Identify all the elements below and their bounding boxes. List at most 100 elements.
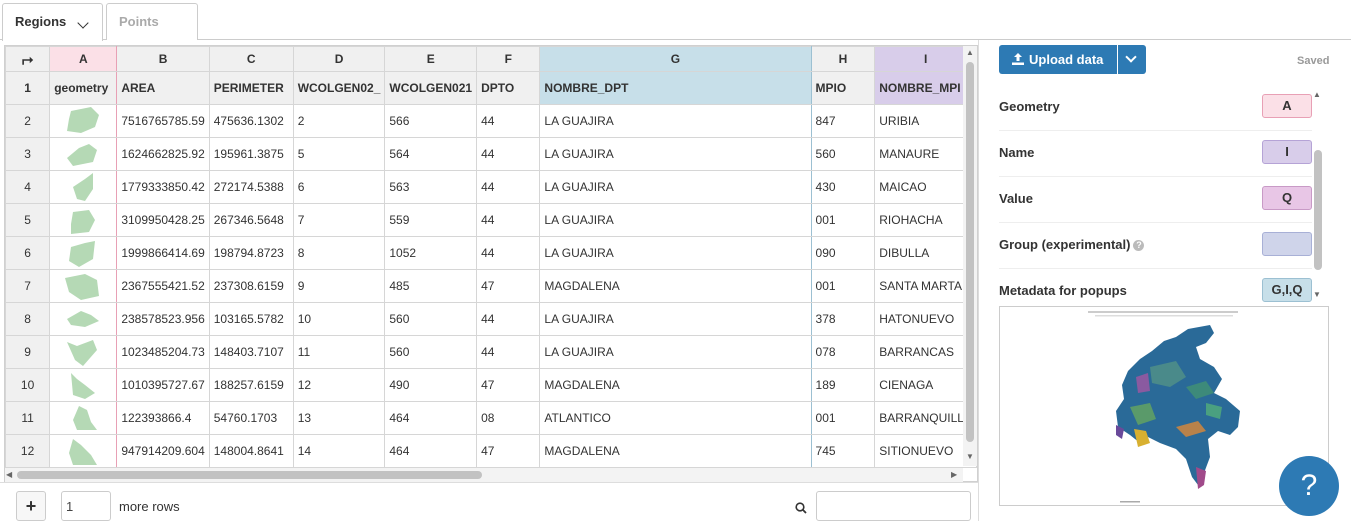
header-cell[interactable]: MPIO [810,71,876,105]
cell-nombre-dpt[interactable]: LA GUAJIRA [539,236,812,270]
scrollbar-thumb[interactable] [17,471,482,479]
header-cell[interactable]: NOMBRE_MPI [874,71,977,105]
cell-wcol[interactable]: 13 [292,401,386,435]
cell-mpio[interactable]: 189 [810,368,876,402]
scroll-down-icon[interactable]: ▼ [966,452,974,461]
row-number[interactable]: 7 [5,269,51,303]
row-number[interactable]: 9 [5,335,51,369]
cell-wcol[interactable]: 6 [292,170,386,204]
cell-dpto[interactable]: 44 [476,236,541,270]
help-icon[interactable]: ? [1133,240,1145,252]
cell-dpto[interactable]: 44 [476,137,541,171]
transpose-icon[interactable]: ⮣ [5,46,51,72]
header-cell[interactable]: geometry [49,71,118,105]
scroll-up-icon[interactable]: ▲ [966,48,974,57]
cell-nombre-mpi[interactable]: MANAURE [874,137,977,171]
column-selector[interactable] [1262,232,1312,256]
cell-dpto[interactable]: 47 [476,269,541,303]
geometry-cell[interactable] [49,401,118,435]
cell-dpto[interactable]: 44 [476,170,541,204]
cell-perimeter[interactable]: 272174.5388 [208,170,294,204]
add-rows-button[interactable]: + [16,491,46,521]
cell-nombre-dpt[interactable]: LA GUAJIRA [539,137,812,171]
cell-wcol[interactable]: 12 [292,368,386,402]
cell-nombre-mpi[interactable]: HATONUEVO [874,302,977,336]
cell-dpto[interactable]: 47 [476,368,541,402]
column-selector[interactable]: Q [1262,186,1312,210]
column-letter-c[interactable]: C [208,46,294,72]
upload-data-button[interactable]: Upload data [999,45,1117,74]
header-cell[interactable]: NOMBRE_DPT [539,71,812,105]
scroll-right-icon[interactable]: ▶ [951,470,957,479]
header-cell[interactable]: DPTO [476,71,541,105]
cell-wcol[interactable]: 8 [292,236,386,270]
scroll-up-icon[interactable]: ▲ [1313,90,1321,99]
cell-area[interactable]: 3109950428.25 [116,203,210,237]
column-selector[interactable]: G,I,Q [1262,278,1312,302]
cell-nombre-mpi[interactable]: CIENAGA [874,368,977,402]
header-cell[interactable]: PERIMETER [208,71,294,105]
cell-wcol1[interactable]: 560 [384,335,478,369]
tab-regions[interactable]: Regions [2,3,103,41]
cell-dpto[interactable]: 08 [476,401,541,435]
column-letter-h[interactable]: H [810,46,876,72]
row-number[interactable]: 12 [5,434,51,468]
row-number[interactable]: 5 [5,203,51,237]
cell-mpio[interactable]: 745 [810,434,876,468]
header-cell[interactable]: AREA [116,71,210,105]
geometry-cell[interactable] [49,137,118,171]
row-number[interactable]: 10 [5,368,51,402]
cell-area[interactable]: 238578523.956 [116,302,210,336]
cell-perimeter[interactable]: 195961.3875 [208,137,294,171]
row-number[interactable]: 1 [5,71,51,105]
cell-wcol1[interactable]: 566 [384,104,478,138]
cell-perimeter[interactable]: 267346.5648 [208,203,294,237]
cell-wcol1[interactable]: 564 [384,137,478,171]
column-letter-i[interactable]: I [874,46,977,72]
cell-mpio[interactable]: 560 [810,137,876,171]
cell-mpio[interactable]: 078 [810,335,876,369]
cell-area[interactable]: 1999866414.69 [116,236,210,270]
search-input[interactable] [816,491,971,521]
row-number[interactable]: 11 [5,401,51,435]
grid-vertical-scrollbar[interactable]: ▲ ▼ [963,46,977,466]
cell-nombre-dpt[interactable]: MAGDALENA [539,434,812,468]
cell-nombre-mpi[interactable]: BARRANQUILLA [874,401,977,435]
cell-wcol[interactable]: 9 [292,269,386,303]
cell-mpio[interactable]: 090 [810,236,876,270]
cell-mpio[interactable]: 001 [810,203,876,237]
cell-perimeter[interactable]: 237308.6159 [208,269,294,303]
cell-wcol1[interactable]: 563 [384,170,478,204]
geometry-cell[interactable] [49,236,118,270]
geometry-cell[interactable] [49,203,118,237]
cell-perimeter[interactable]: 198794.8723 [208,236,294,270]
cell-perimeter[interactable]: 148004.8641 [208,434,294,468]
column-selector[interactable]: A [1262,94,1312,118]
cell-wcol[interactable]: 14 [292,434,386,468]
cell-mpio[interactable]: 430 [810,170,876,204]
cell-nombre-dpt[interactable]: LA GUAJIRA [539,302,812,336]
cell-nombre-dpt[interactable]: ATLANTICO [539,401,812,435]
cell-wcol1[interactable]: 464 [384,401,478,435]
cell-area[interactable]: 1779333850.42 [116,170,210,204]
grid-horizontal-scrollbar[interactable]: ◀ ▶ [5,468,963,482]
cell-nombre-mpi[interactable]: MAICAO [874,170,977,204]
tab-points[interactable]: Points [106,3,198,40]
cell-wcol[interactable]: 10 [292,302,386,336]
cell-mpio[interactable]: 847 [810,104,876,138]
cell-area[interactable]: 1023485204.73 [116,335,210,369]
scrollbar-thumb[interactable] [1314,150,1322,270]
cell-perimeter[interactable]: 103165.5782 [208,302,294,336]
cell-wcol1[interactable]: 559 [384,203,478,237]
cell-nombre-dpt[interactable]: LA GUAJIRA [539,203,812,237]
cell-wcol1[interactable]: 464 [384,434,478,468]
geometry-cell[interactable] [49,170,118,204]
cell-wcol1[interactable]: 490 [384,368,478,402]
cell-wcol1[interactable]: 1052 [384,236,478,270]
geometry-cell[interactable] [49,104,118,138]
cell-nombre-mpi[interactable]: BARRANCAS [874,335,977,369]
header-cell[interactable]: WCOLGEN02_ [292,71,386,105]
cell-area[interactable]: 2367555421.52 [116,269,210,303]
cell-nombre-dpt[interactable]: MAGDALENA [539,269,812,303]
cell-nombre-dpt[interactable]: MAGDALENA [539,368,812,402]
